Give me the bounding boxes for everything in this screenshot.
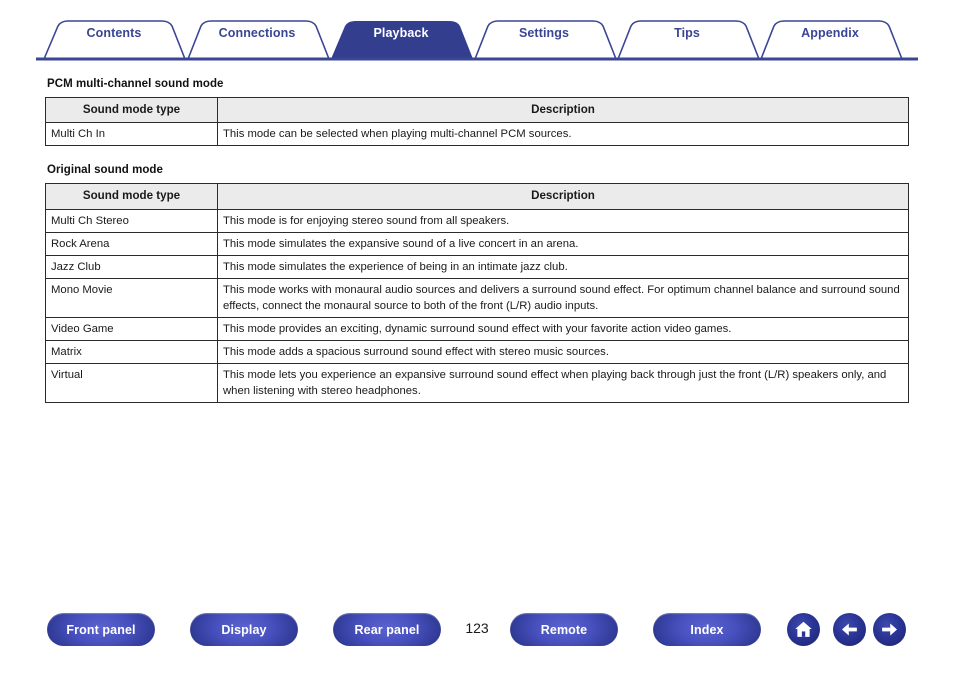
page-content: PCM multi-channel sound mode Sound mode … xyxy=(45,78,909,404)
table-row: Mono Movie This mode works with monaural… xyxy=(45,278,909,319)
tab-connections[interactable]: Connections xyxy=(219,26,296,40)
cell-sound-mode-type: Matrix xyxy=(45,340,218,365)
section-heading: Original sound mode xyxy=(47,164,163,177)
cell-description: This mode lets you experience an expansi… xyxy=(217,363,909,404)
page-number: 123 xyxy=(465,620,489,636)
cell-sound-mode-type: Jazz Club xyxy=(45,254,218,280)
table-row: Multi Ch In This mode can be selected wh… xyxy=(45,122,909,147)
table-row: Matrix This mode adds a spacious surroun… xyxy=(45,340,909,365)
column-header-description: Description xyxy=(217,96,909,124)
cell-sound-mode-type: Multi Ch Stereo xyxy=(45,208,218,233)
tab-contents[interactable]: Contents xyxy=(87,26,142,40)
cell-sound-mode-type: Multi Ch In xyxy=(45,122,218,147)
cell-sound-mode-type: Video Game xyxy=(45,317,218,342)
section-original-sound-mode: Original sound mode Sound mode type Desc… xyxy=(45,164,909,404)
cell-sound-mode-type: Mono Movie xyxy=(45,278,218,319)
footer-button-index[interactable]: Index xyxy=(653,613,761,646)
back-button[interactable] xyxy=(833,613,866,646)
table-header-row: Sound mode type Description xyxy=(45,96,909,124)
cell-sound-mode-type: Virtual xyxy=(45,363,218,404)
footer-button-front-panel[interactable]: Front panel xyxy=(47,613,155,646)
footer-button-remote[interactable]: Remote xyxy=(510,613,618,646)
footer-button-rear-panel[interactable]: Rear panel xyxy=(333,613,441,646)
cell-description: This mode provides an exciting, dynamic … xyxy=(217,317,909,342)
section-pcm-multi-channel: PCM multi-channel sound mode Sound mode … xyxy=(45,78,909,147)
cell-description: This mode simulates the experience of be… xyxy=(217,254,909,280)
table-row: Rock Arena This mode simulates the expan… xyxy=(45,231,909,257)
footer-button-display[interactable]: Display xyxy=(190,613,298,646)
arrow-right-icon xyxy=(879,619,900,640)
tab-tips[interactable]: Tips xyxy=(674,26,700,40)
cell-sound-mode-type: Rock Arena xyxy=(45,231,218,257)
tab-appendix[interactable]: Appendix xyxy=(801,26,859,40)
tab-bar: Contents Connections Playback Settings T… xyxy=(0,0,954,62)
sound-mode-table: Sound mode type Description Multi Ch Ste… xyxy=(45,183,909,404)
cell-description: This mode simulates the expansive sound … xyxy=(217,231,909,257)
table-header-row: Sound mode type Description xyxy=(45,183,909,210)
cell-description: This mode adds a spacious surround sound… xyxy=(217,340,909,365)
sound-mode-table: Sound mode type Description Multi Ch In … xyxy=(45,96,909,147)
forward-button[interactable] xyxy=(873,613,906,646)
home-button[interactable] xyxy=(787,613,820,646)
footer-nav: Front panel Display Rear panel 123 Remot… xyxy=(0,613,954,673)
tab-baseline xyxy=(36,57,918,61)
arrow-left-icon xyxy=(839,619,860,640)
table-row: Multi Ch Stereo This mode is for enjoyin… xyxy=(45,208,909,233)
table-row: Video Game This mode provides an excitin… xyxy=(45,317,909,342)
table-row: Virtual This mode lets you experience an… xyxy=(45,363,909,404)
column-header-description: Description xyxy=(217,183,909,210)
cell-description: This mode is for enjoying stereo sound f… xyxy=(217,208,909,233)
tab-settings[interactable]: Settings xyxy=(519,26,569,40)
table-row: Jazz Club This mode simulates the experi… xyxy=(45,254,909,280)
column-header-sound-mode-type: Sound mode type xyxy=(45,96,218,124)
section-heading: PCM multi-channel sound mode xyxy=(47,78,224,90)
tab-playback[interactable]: Playback xyxy=(373,26,428,40)
column-header-sound-mode-type: Sound mode type xyxy=(45,183,218,210)
cell-description: This mode works with monaural audio sour… xyxy=(217,278,909,319)
home-icon xyxy=(793,619,814,640)
cell-description: This mode can be selected when playing m… xyxy=(217,122,909,147)
